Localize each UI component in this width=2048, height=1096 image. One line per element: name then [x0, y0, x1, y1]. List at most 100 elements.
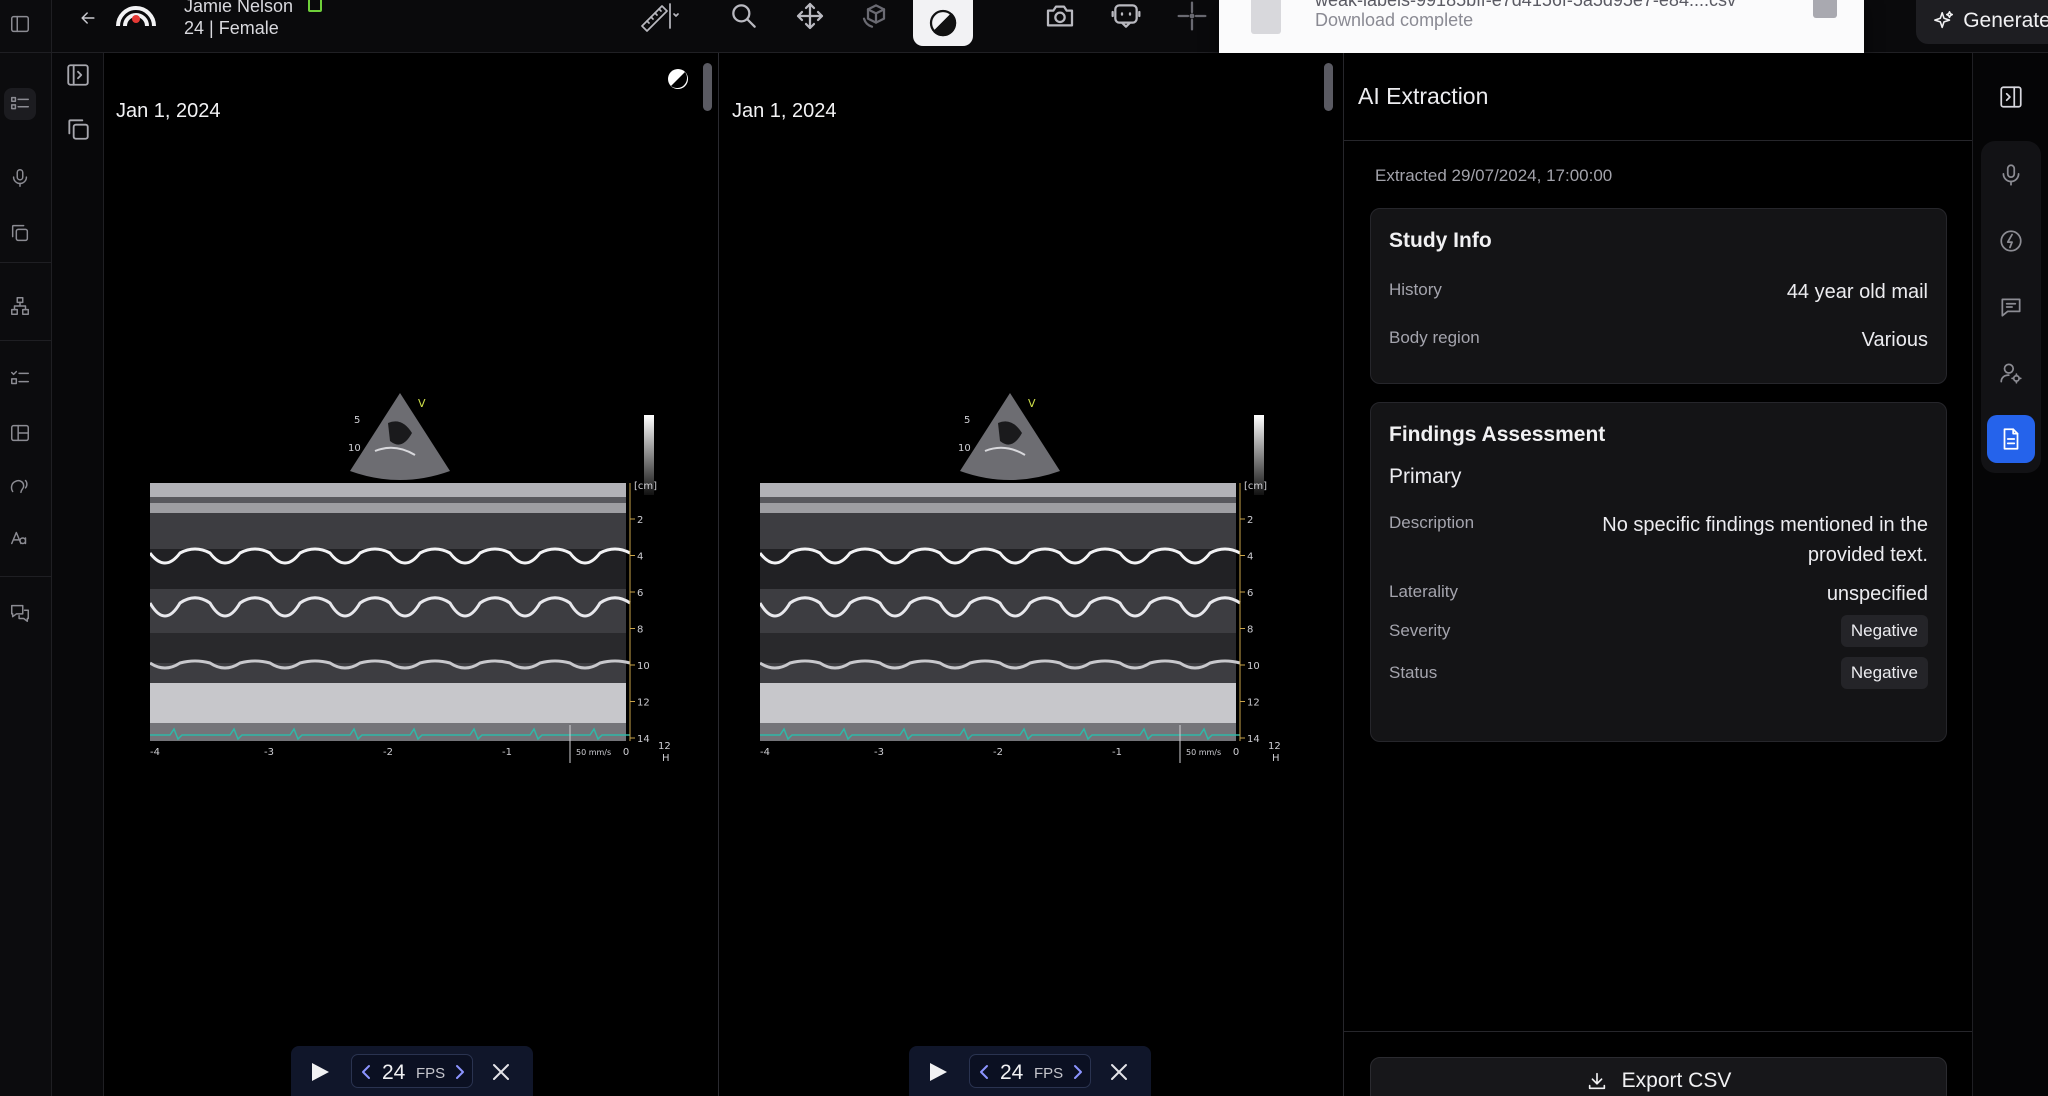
dictation-icon[interactable] — [1987, 151, 2035, 199]
report-icon[interactable] — [1987, 415, 2035, 463]
ai-extraction-panel: AI Extraction Extracted 29/07/2024, 17:0… — [1343, 53, 1973, 1096]
chat-icon[interactable] — [1987, 283, 2035, 331]
pan-icon[interactable] — [790, 0, 830, 34]
time-tick-label: -3 — [874, 747, 884, 758]
time-tick-label: -2 — [993, 747, 1003, 758]
ai-assist-icon[interactable] — [1106, 0, 1146, 34]
fps-value: 24 — [382, 1061, 406, 1084]
fps-increase-icon[interactable] — [1070, 1062, 1086, 1082]
sector-marker: V — [418, 397, 426, 410]
sector-depth-label: 5 — [964, 415, 970, 426]
heart-rate: 125 — [658, 741, 670, 752]
viewer-side-rail — [52, 53, 104, 1096]
depth-tick-label: 12 — [1247, 698, 1260, 709]
download-icon — [1588, 1072, 1605, 1090]
hierarchy-icon[interactable] — [4, 290, 36, 322]
fps-value: 24 — [1000, 1061, 1024, 1084]
depth-tick-label: 12 — [637, 698, 650, 709]
collapse-panel-icon[interactable] — [1987, 73, 2035, 121]
worklist-icon[interactable] — [4, 88, 36, 120]
body-region-value: Various — [1861, 329, 1928, 351]
time-tick-label: -1 — [1112, 747, 1122, 758]
depth-tick-label: 8 — [1247, 625, 1253, 636]
export-label: Export CSV — [1621, 1069, 1732, 1092]
cine-controls: 24 FPS — [291, 1046, 533, 1096]
back-arrow-icon[interactable] — [74, 4, 102, 32]
generate-button[interactable]: Generate — [1916, 0, 2048, 44]
panel-title: AI Extraction — [1358, 83, 1489, 109]
divider — [0, 262, 52, 263]
history-label: History — [1389, 280, 1442, 299]
depth-tick-label: 2 — [637, 515, 643, 526]
card-title: Findings Assessment — [1389, 423, 1606, 446]
patient-name: Jamie Nelson — [184, 0, 294, 16]
series-stack-icon[interactable] — [62, 113, 94, 145]
depth-tick-label: 4 — [1247, 552, 1253, 563]
sector-depth-label: 10 — [348, 443, 361, 454]
divider — [0, 576, 52, 577]
camera-icon[interactable] — [1040, 0, 1080, 34]
heart-rate: 125 — [1268, 741, 1280, 752]
severity-badge: Negative — [1840, 615, 1928, 647]
crosshair-icon[interactable] — [1172, 0, 1212, 34]
sector-marker: V — [1028, 397, 1036, 410]
generate-label: Generate — [1963, 9, 2048, 32]
fps-decrease-icon[interactable] — [976, 1062, 992, 1082]
user-settings-icon[interactable] — [1987, 349, 2035, 397]
play-icon[interactable] — [309, 1060, 331, 1084]
status-label: Status — [1389, 663, 1438, 682]
speech-icon[interactable] — [4, 470, 36, 502]
extracted-timestamp: Extracted 29/07/2024, 17:00:00 — [1375, 166, 1613, 185]
font-size-icon[interactable] — [4, 522, 36, 554]
viewport-scrollbar[interactable] — [703, 63, 712, 111]
rotate-3d-icon[interactable] — [856, 0, 896, 34]
laterality-value: unspecified — [1826, 583, 1928, 605]
viewport-left[interactable]: Jan 1, 2024 V 5 10 [cm] 2 4 6 8 10 12 14 -4 -3 -2 -1 0 5… — [104, 53, 719, 1096]
open-folder-icon[interactable] — [1813, 0, 1837, 18]
divider — [0, 340, 52, 341]
comments-icon[interactable] — [4, 597, 36, 629]
viewport-scrollbar[interactable] — [1324, 63, 1333, 111]
checklist-icon[interactable] — [4, 362, 36, 394]
viewport-contrast-icon[interactable] — [666, 67, 690, 91]
sidebar-toggle-icon[interactable] — [4, 8, 36, 40]
divider — [0, 52, 52, 53]
heart-rate-label: HR — [662, 753, 670, 764]
time-tick-label: -2 — [383, 747, 393, 758]
patient-flag-icon[interactable] — [308, 0, 322, 12]
left-nav-rail — [0, 0, 52, 1096]
fps-stepper: 24 FPS — [969, 1054, 1091, 1088]
play-icon[interactable] — [927, 1060, 949, 1084]
expand-panel-icon[interactable] — [62, 59, 94, 91]
depth-tick-label: 6 — [637, 588, 643, 599]
findings-card: Findings Assessment Primary Description … — [1370, 402, 1947, 742]
layout-icon[interactable] — [4, 417, 36, 449]
viewport-right[interactable]: Jan 1, 2024 V 5 10 [cm] 2 4 6 8 10 12 14 -4 -3 -2 -1 0 5… — [720, 53, 1343, 1096]
close-cine-icon[interactable] — [1107, 1060, 1131, 1084]
depth-unit: [cm] — [634, 481, 657, 492]
panel-header: AI Extraction — [1344, 53, 1973, 141]
microphone-icon[interactable] — [4, 162, 36, 194]
severity-label: Severity — [1389, 621, 1451, 640]
fps-increase-icon[interactable] — [452, 1062, 468, 1082]
depth-tick-label: 2 — [1247, 515, 1253, 526]
study-date: Jan 1, 2024 — [116, 100, 221, 122]
card-title: Study Info — [1389, 229, 1492, 252]
sweep-speed: 50 mm/s — [576, 748, 611, 757]
close-cine-icon[interactable] — [489, 1060, 513, 1084]
zoom-icon[interactable] — [724, 0, 764, 34]
copy-series-icon[interactable] — [4, 217, 36, 249]
heart-rate-label: HR — [1272, 753, 1280, 764]
ai-insights-icon[interactable] — [1987, 217, 2035, 265]
fps-decrease-icon[interactable] — [358, 1062, 374, 1082]
depth-unit: [cm] — [1244, 481, 1267, 492]
study-date: Jan 1, 2024 — [732, 100, 837, 122]
time-tick-label: 0 — [1233, 747, 1239, 758]
contrast-icon[interactable] — [913, 0, 973, 46]
cine-controls: 24 FPS — [909, 1046, 1151, 1096]
sector-depth-label: 5 — [354, 415, 360, 426]
ruler-icon[interactable] — [626, 0, 690, 34]
depth-tick-label: 8 — [637, 625, 643, 636]
depth-tick-label: 6 — [1247, 588, 1253, 599]
export-csv-button[interactable]: Export CSV — [1370, 1057, 1947, 1096]
